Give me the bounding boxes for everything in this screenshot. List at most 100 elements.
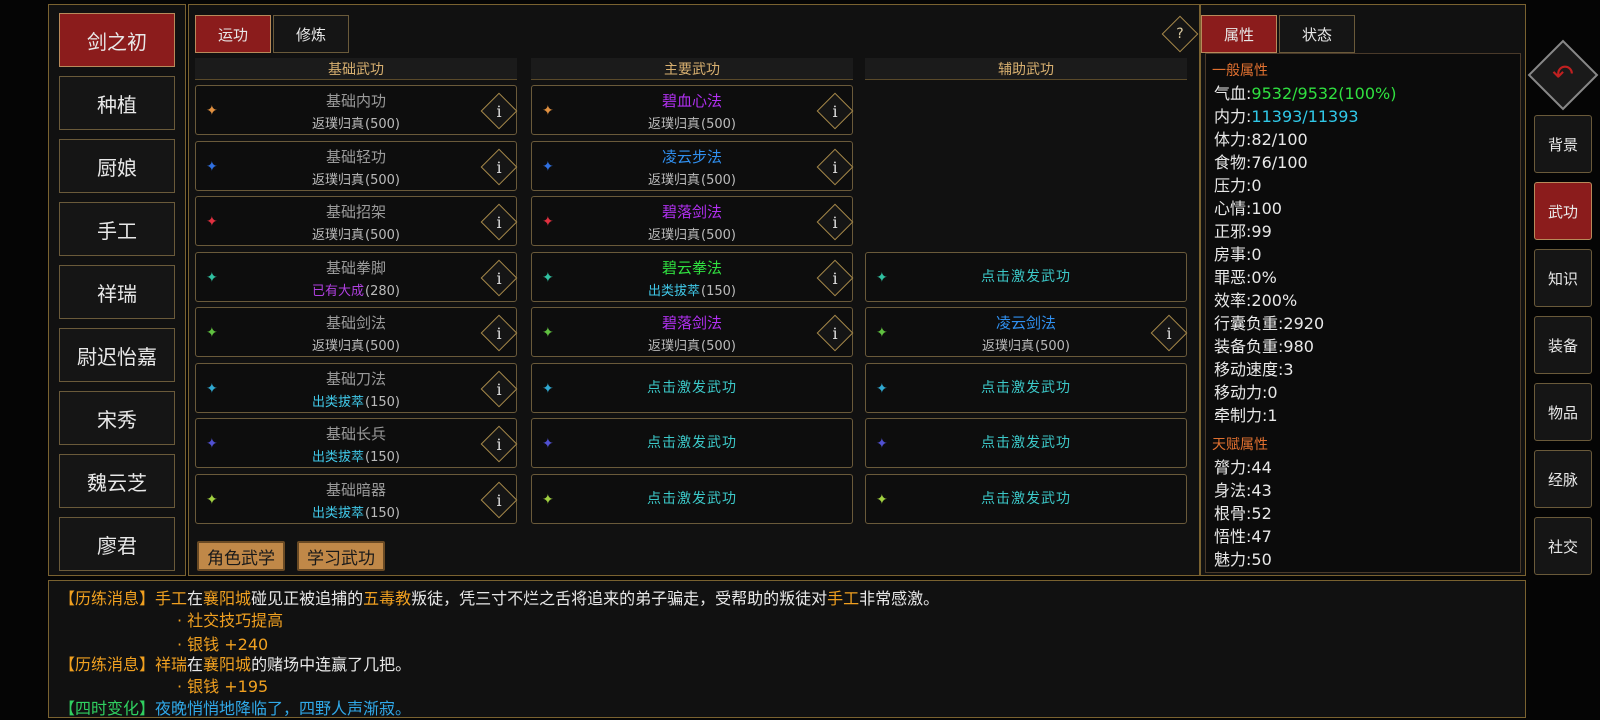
skill-level-value: (500) [365,117,400,132]
skill-level-name: 已有大成 [312,283,365,299]
skill-level-value: (500) [701,117,736,132]
attribute-row: 装备负重:980 [1214,333,1314,357]
character-button[interactable]: 魏云芝 [59,454,175,508]
attribute-row: 效率:200% [1214,287,1297,311]
main-skill-slot[interactable]: ✦ 凌云步法 返璞归真(500) i [531,140,854,191]
attribute-label: 房事: [1214,245,1252,264]
main-skill-slot[interactable]: ✦ 碧落剑法 返璞归真(500) i [531,196,854,246]
main-skill-slot[interactable]: ✦ 碧血心法 返璞归真(500) i [531,85,854,135]
skill-level: 返璞归真(500) [196,335,516,354]
tab-status[interactable]: 状态 [1279,15,1355,53]
skill-level: 返璞归真(500) [532,224,852,243]
attribute-value: 0 [1251,176,1262,195]
skill-name: 基础剑法 [325,314,386,332]
martial-arts-panel: 运功 修炼 ? 基础武功 主要武功 辅助武功 ✦ 基础内功 返璞归真(500) i ✦ 基… [188,4,1200,576]
aux-skill-slot-empty[interactable]: ✦ 点击激发武功 [865,362,1187,413]
skill-level-name: 返璞归真 [312,117,365,132]
attribute-label: 内力: [1214,107,1252,126]
basic-skill-slot[interactable]: ✦ 基础内功 返璞归真(500) i [195,85,518,135]
message-text: 在 [187,589,204,608]
aux-skill-slot-empty[interactable]: ✦ 点击激发武功 [865,251,1187,302]
aux-skill-slot-empty[interactable]: ✦ 点击激发武功 [865,418,1187,468]
basic-skill-slot[interactable]: ✦ 基础刀法 出类拔萃(150) i [195,362,518,413]
learn-martial-button[interactable]: 学习武功 [297,541,385,571]
attribute-value: 50 [1251,550,1272,569]
message-actor: 祥瑞 [155,655,188,674]
attribute-row: 牵制力:1 [1214,402,1278,426]
skill-name: 基础内功 [325,92,386,110]
character-button[interactable]: 宋秀 [59,391,175,445]
attribute-value: 100 [1251,199,1282,218]
aux-skill-slot-empty[interactable]: ✦ 点击激发武功 [865,473,1187,524]
info-icon: i [832,212,838,232]
side-nav-button[interactable]: 社交 [1534,517,1592,575]
activate-skill-text: 点击激发武功 [647,435,737,451]
skill-name: 基础拳脚 [325,258,386,277]
attribute-value: 44 [1251,458,1272,477]
info-icon: i [496,157,502,176]
basic-skill-slot[interactable]: ✦ 基础剑法 返璞归真(500) i [195,307,518,357]
basic-skill-slot[interactable]: ✦ 基础暗器 出类拔萃(150) i [195,473,518,524]
attribute-value: 980 [1283,337,1314,356]
role-martial-button[interactable]: 角色武学 [197,541,285,571]
message-line: 【四时变化】夜晚悄悄地降临了，四野人声渐寂。 [59,695,411,719]
skill-level-name: 出类拔萃 [312,505,365,521]
activate-skill-text: 点击激发武功 [647,379,737,396]
general-attributes-title: 一般属性 [1212,63,1268,79]
attribute-label: 魅力: [1214,550,1252,569]
skill-name: 碧云拳法 [661,258,722,277]
attribute-label: 牵制力: [1214,406,1268,425]
activate-skill-text: 点击激发武功 [981,490,1071,507]
character-button[interactable]: 祥瑞 [59,265,175,319]
basic-skill-slot[interactable]: ✦ 基础长兵 出类拔萃(150) i [195,418,518,468]
character-button[interactable]: 厨娘 [59,139,175,193]
back-button[interactable]: ↶ [1527,39,1599,111]
skill-name: 碧血心法 [661,92,722,110]
side-nav-button[interactable]: 知识 [1534,249,1592,307]
skill-name: 碧落剑法 [661,203,722,221]
message-log[interactable]: 【历练消息】手工在襄阳城碰见正被追捕的五毒教叛徒，凭三寸不烂之舌将追来的弟子骗走… [48,580,1526,718]
tab-xiulian[interactable]: 修炼 [273,15,349,53]
main-skill-slot-empty[interactable]: ✦ 点击激发武功 [531,473,853,524]
skill-name: 基础轻功 [325,147,386,166]
main-skill-slot-empty[interactable]: ✦ 点击激发武功 [531,418,853,468]
aux-skill-slot[interactable]: ✦ 凌云剑法 返璞归真(500) i [865,307,1188,357]
tab-attributes[interactable]: 属性 [1201,15,1277,53]
attribute-list[interactable]: 一般属性 气血:9532/9532(100%) 内力:11393/11393 体力:… [1205,53,1521,573]
attribute-label: 压力: [1214,176,1252,195]
side-nav-button[interactable]: 装备 [1534,316,1592,374]
skill-level-value: (500) [365,228,400,243]
character-button[interactable]: 廖君 [59,517,175,571]
main-skill-slot[interactable]: ✦ 碧落剑法 返璞归真(500) i [531,307,854,357]
info-icon: i [832,268,838,287]
skill-level-name: 返璞归真 [648,228,701,243]
attribute-value: 0 [1251,245,1262,264]
info-icon: i [496,323,502,343]
attribute-row: 正邪:99 [1214,218,1272,242]
skill-level-name: 返璞归真 [982,339,1035,354]
skill-level: 出类拔萃(150) [532,280,852,299]
info-icon: i [496,268,502,287]
main-skill-slot-empty[interactable]: ✦ 点击激发武功 [531,362,853,413]
attribute-label: 悟性: [1214,527,1252,546]
tab-yungong[interactable]: 运功 [195,15,271,53]
basic-skill-slot[interactable]: ✦ 基础招架 返璞归真(500) i [195,196,518,246]
skill-level-value: (150) [701,283,736,299]
attribute-value: 47 [1251,527,1272,546]
skill-level: 出类拔萃(150) [196,502,516,521]
help-button[interactable]: ? [1161,15,1199,53]
skill-level-name: 出类拔萃 [648,283,701,299]
character-button[interactable]: 尉迟怡嘉 [59,328,175,382]
character-button[interactable]: 手工 [59,202,175,256]
main-skill-slot[interactable]: ✦ 碧云拳法 出类拔萃(150) i [531,251,854,302]
side-nav-button[interactable]: 物品 [1534,383,1592,441]
side-nav-button[interactable]: 背景 [1534,115,1592,173]
character-button[interactable]: 剑之初 [59,13,175,67]
side-nav-button[interactable]: 武功 [1534,182,1592,240]
basic-skill-slot[interactable]: ✦ 基础轻功 返璞归真(500) i [195,140,518,191]
character-button[interactable]: 种植 [59,76,175,130]
side-nav-button[interactable]: 经脉 [1534,450,1592,508]
talent-attributes-title: 天赋属性 [1212,437,1268,453]
attribute-row: 食物:76/100 [1214,149,1308,173]
basic-skill-slot[interactable]: ✦ 基础拳脚 已有大成(280) i [195,251,518,302]
